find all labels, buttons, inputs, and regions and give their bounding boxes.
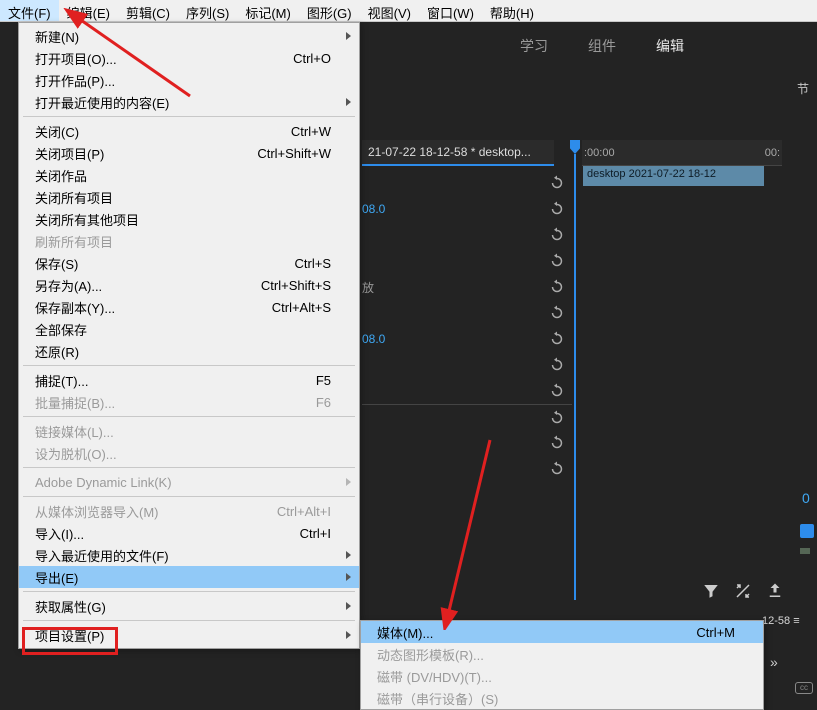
menu-view[interactable]: 视图(V) (360, 0, 419, 21)
clip-suffix-label: 12-58 ≡ (762, 615, 800, 627)
mi-revert[interactable]: 还原(R) (19, 340, 359, 362)
undo-icon[interactable] (548, 382, 566, 400)
timeline-ruler[interactable]: :00:00 00: (582, 140, 782, 166)
ws-tab-learn[interactable]: 学习 (520, 36, 548, 56)
mi-close-all-projects[interactable]: 关闭所有项目 (19, 186, 359, 208)
mi-dynamic-link: Adobe Dynamic Link(K) (19, 471, 359, 493)
separator (23, 116, 355, 117)
menu-marker[interactable]: 标记(M) (237, 0, 299, 21)
source-panel-tab[interactable]: 21-07-22 18-12-58 * desktop... (362, 140, 554, 166)
chevron-right-icon (346, 573, 351, 581)
menu-graphics[interactable]: 图形(G) (299, 0, 360, 21)
double-chevron-icon[interactable]: » (770, 654, 778, 670)
undo-icon[interactable] (548, 226, 566, 244)
history-panel: 08.0 放 08.0 (362, 170, 572, 482)
ws-tab-assembly[interactable]: 组件 (588, 36, 616, 56)
undo-icon[interactable] (548, 330, 566, 348)
ws-tab-edit[interactable]: 编辑 (656, 36, 684, 56)
separator (23, 496, 355, 497)
menu-clip[interactable]: 剪辑(C) (118, 0, 178, 21)
mi-refresh-all: 刷新所有项目 (19, 230, 359, 252)
mi-close-project[interactable]: 关闭项目(P)Ctrl+Shift+W (19, 142, 359, 164)
undo-icon[interactable] (548, 434, 566, 452)
timecode-start: :00:00 (584, 147, 615, 159)
mi-export[interactable]: 导出(E) (19, 566, 359, 588)
mi-save-all[interactable]: 全部保存 (19, 318, 359, 340)
mi-export-tape-dv: 磁带 (DV/HDV)(T)... (361, 665, 763, 687)
chevron-right-icon (346, 631, 351, 639)
separator (23, 620, 355, 621)
menu-help[interactable]: 帮助(H) (482, 0, 542, 21)
mi-new[interactable]: 新建(N) (19, 25, 359, 47)
mi-close-all-other[interactable]: 关闭所有其他项目 (19, 208, 359, 230)
separator (23, 416, 355, 417)
undo-icon[interactable] (548, 304, 566, 322)
undo-icon[interactable] (548, 356, 566, 374)
timeline-clip[interactable]: desktop 2021-07-22 18-12 (583, 166, 764, 186)
playhead[interactable] (570, 140, 580, 600)
mi-export-tape-serial: 磁带（串行设备）(S) (361, 687, 763, 709)
mi-get-properties[interactable]: 获取属性(G) (19, 595, 359, 617)
mi-project-settings[interactable]: 项目设置(P) (19, 624, 359, 646)
mi-make-offline: 设为脱机(O)... (19, 442, 359, 464)
mi-open-project[interactable]: 打开项目(O)...Ctrl+O (19, 47, 359, 69)
menu-window[interactable]: 窗口(W) (419, 0, 482, 21)
timecode-right: 00: (765, 147, 780, 159)
mi-export-media[interactable]: 媒体(M)...Ctrl+M (361, 621, 763, 643)
captions-icon[interactable]: cc (795, 682, 813, 694)
mi-import[interactable]: 导入(I)...Ctrl+I (19, 522, 359, 544)
mi-batch-capture: 批量捕捉(B)...F6 (19, 391, 359, 413)
chevron-right-icon (346, 551, 351, 559)
mi-capture[interactable]: 捕捉(T)...F5 (19, 369, 359, 391)
undo-icon[interactable] (548, 174, 566, 192)
mi-import-from-browser: 从媒体浏览器导入(M)Ctrl+Alt+I (19, 500, 359, 522)
history-label-play: 放 (362, 279, 374, 296)
undo-icon[interactable] (548, 278, 566, 296)
menu-edit[interactable]: 编辑(E) (59, 0, 118, 21)
menubar: 文件(F) 编辑(E) 剪辑(C) 序列(S) 标记(M) 图形(G) 视图(V… (0, 0, 817, 22)
separator (23, 591, 355, 592)
undo-icon[interactable] (548, 409, 566, 427)
mi-save-copy[interactable]: 保存副本(Y)...Ctrl+Alt+S (19, 296, 359, 318)
menu-file[interactable]: 文件(F) (0, 0, 59, 21)
menu-sequence[interactable]: 序列(S) (178, 0, 237, 21)
workspace-tabs: 学习 组件 编辑 (520, 36, 684, 56)
chevron-right-icon (346, 478, 351, 486)
right-pane-label: 节 (797, 80, 809, 97)
share-icon[interactable] (766, 582, 784, 600)
mi-open-production[interactable]: 打开作品(P)... (19, 69, 359, 91)
chevron-right-icon (346, 98, 351, 106)
random-icon[interactable] (734, 582, 752, 600)
mi-export-mogrt: 动态图形模板(R)... (361, 643, 763, 665)
marker-chip-dark (800, 548, 810, 554)
mi-close[interactable]: 关闭(C)Ctrl+W (19, 120, 359, 142)
chevron-right-icon (346, 32, 351, 40)
history-value-1: 08.0 (362, 202, 385, 216)
mi-close-production[interactable]: 关闭作品 (19, 164, 359, 186)
separator (23, 467, 355, 468)
undo-icon[interactable] (548, 460, 566, 478)
marker-chip[interactable] (800, 524, 814, 538)
separator (23, 365, 355, 366)
filter-icons (702, 582, 784, 600)
right-value: 0 (802, 490, 810, 506)
funnel-icon[interactable] (702, 582, 720, 600)
file-menu-dropdown: 新建(N) 打开项目(O)...Ctrl+O 打开作品(P)... 打开最近使用… (18, 22, 360, 649)
mi-import-recent[interactable]: 导入最近使用的文件(F) (19, 544, 359, 566)
chevron-right-icon (346, 602, 351, 610)
undo-icon[interactable] (548, 200, 566, 218)
mi-link-media: 链接媒体(L)... (19, 420, 359, 442)
mi-save-as[interactable]: 另存为(A)...Ctrl+Shift+S (19, 274, 359, 296)
undo-icon[interactable] (548, 252, 566, 270)
export-submenu: 媒体(M)...Ctrl+M 动态图形模板(R)... 磁带 (DV/HDV)(… (360, 620, 764, 710)
mi-open-recent[interactable]: 打开最近使用的内容(E) (19, 91, 359, 113)
mi-save[interactable]: 保存(S)Ctrl+S (19, 252, 359, 274)
history-value-2: 08.0 (362, 332, 385, 346)
